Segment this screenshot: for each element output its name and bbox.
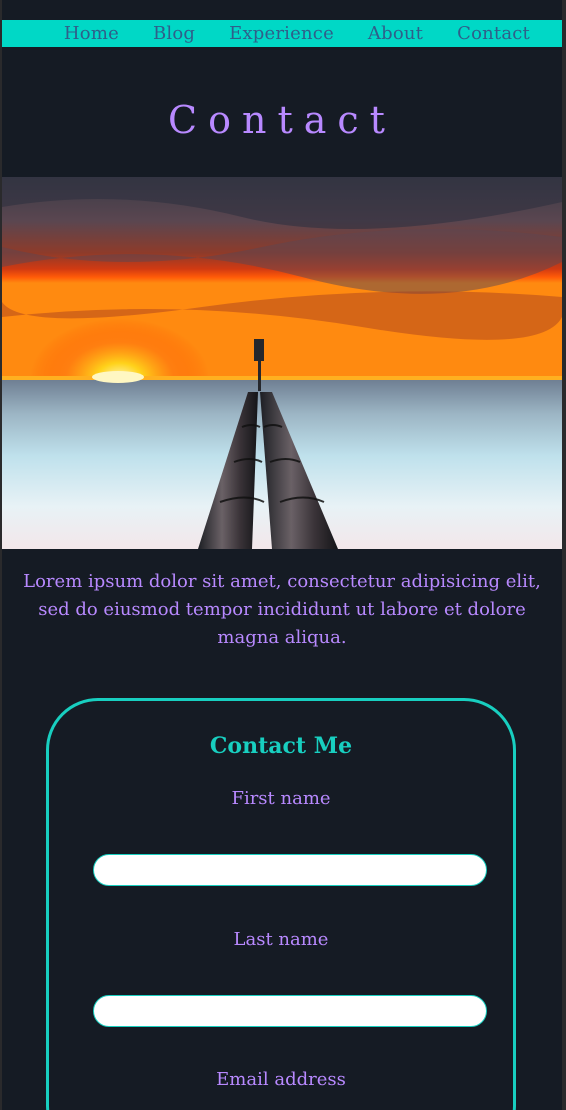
nav-contact-link[interactable]: Contact (457, 20, 530, 47)
first-name-label: First name (231, 788, 331, 809)
nav-blog-link[interactable]: Blog (153, 20, 195, 47)
contact-form: Contact Me First name Last name Email ad… (46, 698, 516, 1110)
last-name-input[interactable] (93, 995, 487, 1027)
hero-image (2, 177, 562, 549)
email-label: Email address (216, 1069, 346, 1090)
navbar: Home Blog Experience About Contact (2, 20, 562, 47)
first-name-input[interactable] (93, 854, 487, 886)
nav-home-link[interactable]: Home (64, 20, 119, 47)
page-title: Contact (168, 98, 396, 142)
form-heading: Contact Me (209, 733, 353, 759)
page: Home Blog Experience About Contact Conta… (2, 0, 562, 1110)
nav-about-link[interactable]: About (368, 20, 423, 47)
last-name-label: Last name (233, 929, 329, 950)
intro-text: Lorem ipsum dolor sit amet, consectetur … (23, 571, 541, 648)
nav-experience-link[interactable]: Experience (229, 20, 334, 47)
